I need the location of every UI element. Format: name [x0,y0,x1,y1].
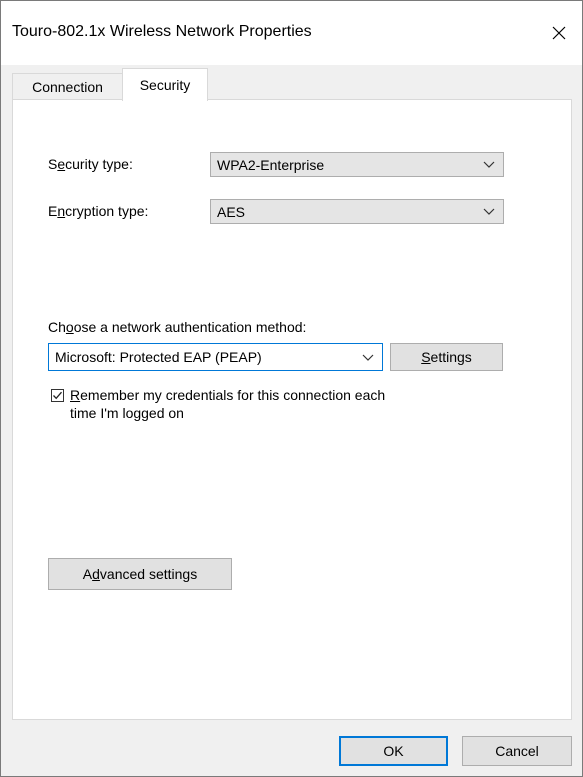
settings-button-label: Settings [421,349,472,365]
close-icon [552,26,566,40]
tab-connection[interactable]: Connection [12,73,123,100]
checkmark-icon [53,391,62,400]
ok-button-label: OK [383,743,404,759]
cancel-button[interactable]: Cancel [462,736,572,766]
encryption-type-label: Encryption type: [48,203,149,219]
properties-dialog: Touro-802.1x Wireless Network Properties… [0,0,583,777]
chevron-down-icon [362,354,374,361]
remember-credentials-checkbox[interactable] [51,389,64,402]
security-tab-panel: Security type: WPA2-Enterprise Encryptio… [12,99,572,720]
security-type-select[interactable]: WPA2-Enterprise [210,152,504,177]
chevron-down-icon [483,161,495,168]
security-type-value: WPA2-Enterprise [217,156,325,173]
advanced-settings-button[interactable]: Advanced settings [48,558,232,590]
encryption-type-select[interactable]: AES [210,199,504,224]
settings-button[interactable]: Settings [390,343,503,371]
tab-security[interactable]: Security [122,68,208,101]
auth-method-select[interactable]: Microsoft: Protected EAP (PEAP) [48,343,383,371]
cancel-button-label: Cancel [495,743,539,759]
window-title: Touro-802.1x Wireless Network Properties [12,23,312,40]
auth-method-value: Microsoft: Protected EAP (PEAP) [55,349,262,365]
auth-method-label: Choose a network authentication method: [48,319,307,335]
tab-security-label: Security [139,77,191,93]
tab-connection-label: Connection [32,79,103,95]
chevron-down-icon [483,208,495,215]
security-type-label: Security type: [48,156,133,172]
encryption-type-value: AES [217,203,246,220]
remember-credentials-label-line2: time I'm logged on [70,405,184,421]
ok-button[interactable]: OK [339,736,448,766]
title-bar: Touro-802.1x Wireless Network Properties [1,1,582,65]
advanced-settings-label: Advanced settings [82,566,198,582]
close-button[interactable] [536,13,582,53]
remember-credentials-label-line1: Remember my credentials for this connect… [70,387,386,403]
